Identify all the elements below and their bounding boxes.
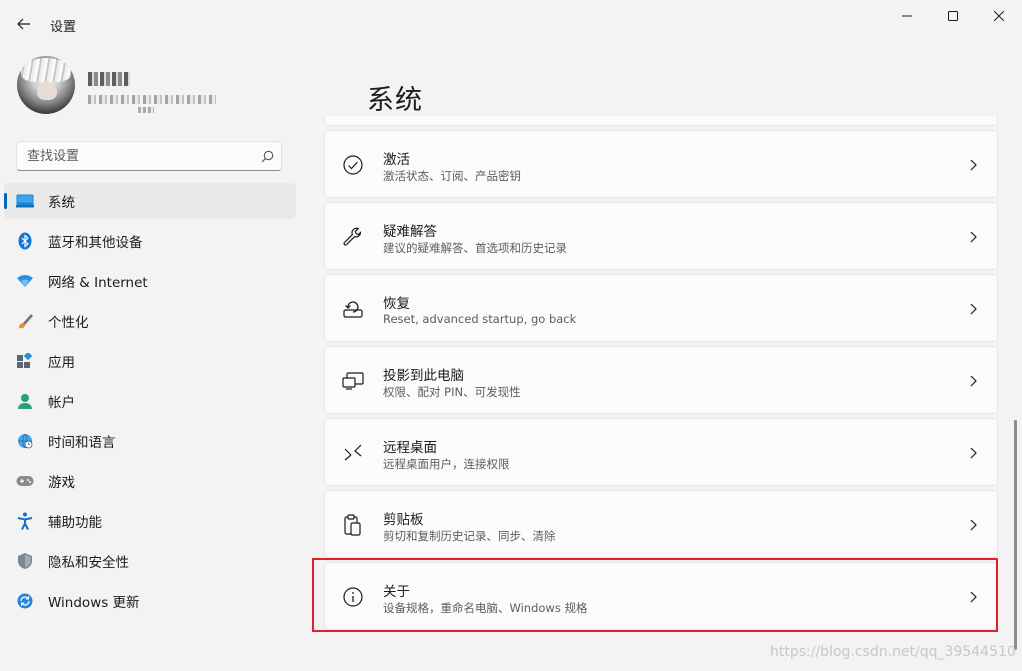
card-subtitle: 远程桌面用户，连接权限 <box>383 457 510 471</box>
sidebar-item-privacy[interactable]: 隐私和安全性 <box>4 543 296 579</box>
scrollbar[interactable] <box>1014 420 1017 650</box>
globe-clock-icon <box>16 432 34 450</box>
card-clipboard[interactable]: 剪贴板 剪切和复制历史记录、同步、清除 <box>324 490 998 558</box>
gamepad-icon <box>16 472 34 490</box>
user-email-blurred <box>88 95 216 104</box>
sidebar-item-label: 蓝牙和其他设备 <box>48 235 143 251</box>
chevron-right-icon <box>967 157 979 173</box>
sidebar-item-label: 个性化 <box>48 315 89 331</box>
card-activation[interactable]: 激活 激活状态、订阅、产品密钥 <box>324 130 998 198</box>
card-about[interactable]: 关于 设备规格，重命名电脑、Windows 规格 <box>324 562 998 630</box>
settings-window: 设置 系统 <box>0 0 1022 671</box>
chevron-right-icon <box>967 373 979 389</box>
sidebar-item-accessibility[interactable]: 辅助功能 <box>4 503 296 539</box>
card-project-to-pc[interactable]: 投影到此电脑 权限、配对 PIN、可发现性 <box>324 346 998 414</box>
sidebar-item-windows-update[interactable]: Windows 更新 <box>4 583 296 619</box>
card-title: 恢复 <box>383 296 410 312</box>
card-subtitle: Reset, advanced startup, go back <box>383 312 577 326</box>
maximize-button[interactable] <box>930 0 976 32</box>
card-title: 疑难解答 <box>383 224 437 240</box>
settings-list: 激活 激活状态、订阅、产品密钥 疑难解答 建议的疑难解答、首选项和历史记录 恢复… <box>324 116 998 671</box>
avatar[interactable] <box>17 56 75 114</box>
maximize-icon <box>948 11 958 21</box>
close-button[interactable] <box>976 0 1022 32</box>
close-icon <box>994 11 1004 21</box>
card-title: 远程桌面 <box>383 440 437 456</box>
sidebar-item-bluetooth[interactable]: 蓝牙和其他设备 <box>4 223 296 259</box>
chevron-right-icon <box>967 517 979 533</box>
card-title: 剪贴板 <box>383 512 424 528</box>
sidebar-item-label: 网络 & Internet <box>48 275 148 291</box>
card-subtitle: 建议的疑难解答、首选项和历史记录 <box>383 241 567 255</box>
activation-check-icon <box>341 153 365 177</box>
recovery-icon <box>341 297 365 321</box>
chevron-right-icon <box>967 445 979 461</box>
chevron-right-icon <box>967 589 979 605</box>
back-arrow-icon <box>17 18 30 30</box>
wrench-icon <box>341 225 365 249</box>
bluetooth-icon <box>16 232 34 250</box>
update-icon <box>16 592 34 610</box>
card-title: 激活 <box>383 152 410 168</box>
sidebar-item-gaming[interactable]: 游戏 <box>4 463 296 499</box>
user-email-blurred-tail <box>138 107 154 113</box>
search-input[interactable] <box>17 143 253 169</box>
sidebar-item-label: 系统 <box>48 195 75 211</box>
apps-icon <box>16 352 34 370</box>
title-bar: 设置 <box>0 0 1022 48</box>
sidebar-item-label: 隐私和安全性 <box>48 555 129 571</box>
card-subtitle: 设备规格，重命名电脑、Windows 规格 <box>383 601 588 615</box>
clipboard-icon <box>341 513 365 537</box>
remote-desktop-icon <box>341 441 365 465</box>
sidebar-item-label: 帐户 <box>48 395 75 411</box>
info-icon <box>341 585 365 609</box>
card-subtitle: 剪切和复制历史记录、同步、清除 <box>383 529 556 543</box>
wifi-icon <box>16 272 34 290</box>
shield-icon <box>16 552 34 570</box>
watermark: https://blog.csdn.net/qq_39544510 <box>770 644 1016 660</box>
projection-icon <box>341 369 365 393</box>
sidebar-item-personalization[interactable]: 个性化 <box>4 303 296 339</box>
account-icon <box>16 392 34 410</box>
page-title: 系统 <box>367 85 423 116</box>
chevron-right-icon <box>967 229 979 245</box>
back-button[interactable] <box>10 12 38 36</box>
sidebar-item-label: 时间和语言 <box>48 435 116 451</box>
search-box[interactable] <box>16 141 282 171</box>
sidebar-item-system[interactable]: 系统 <box>4 183 296 219</box>
card-subtitle: 激活状态、订阅、产品密钥 <box>383 169 521 183</box>
card-remote-desktop[interactable]: 远程桌面 远程桌面用户，连接权限 <box>324 418 998 486</box>
card-title: 关于 <box>383 584 410 600</box>
sidebar-item-time-language[interactable]: 时间和语言 <box>4 423 296 459</box>
app-title: 设置 <box>50 20 77 35</box>
minimize-button[interactable] <box>884 0 930 32</box>
sidebar-nav: 系统 蓝牙和其他设备 网络 & Internet 个性化 应用 帐户 时间和语言… <box>4 183 296 623</box>
sidebar-item-accounts[interactable]: 帐户 <box>4 383 296 419</box>
card-title: 投影到此电脑 <box>383 368 464 384</box>
sidebar-item-label: 辅助功能 <box>48 515 102 531</box>
card-subtitle: 权限、配对 PIN、可发现性 <box>383 385 521 399</box>
sidebar-item-label: 应用 <box>48 355 75 371</box>
minimize-icon <box>902 15 912 17</box>
card-recovery[interactable]: 恢复 Reset, advanced startup, go back <box>324 274 998 342</box>
system-icon <box>16 192 34 210</box>
search-icon[interactable] <box>253 150 281 163</box>
chevron-right-icon <box>967 301 979 317</box>
sidebar-item-label: Windows 更新 <box>48 595 140 611</box>
sidebar-item-network[interactable]: 网络 & Internet <box>4 263 296 299</box>
sidebar-item-label: 游戏 <box>48 475 75 491</box>
sidebar-item-apps[interactable]: 应用 <box>4 343 296 379</box>
brush-icon <box>16 312 34 330</box>
list-item-partial[interactable] <box>324 116 998 126</box>
card-troubleshoot[interactable]: 疑难解答 建议的疑难解答、首选项和历史记录 <box>324 202 998 270</box>
user-name-blurred <box>88 72 130 86</box>
accessibility-icon <box>16 512 34 530</box>
